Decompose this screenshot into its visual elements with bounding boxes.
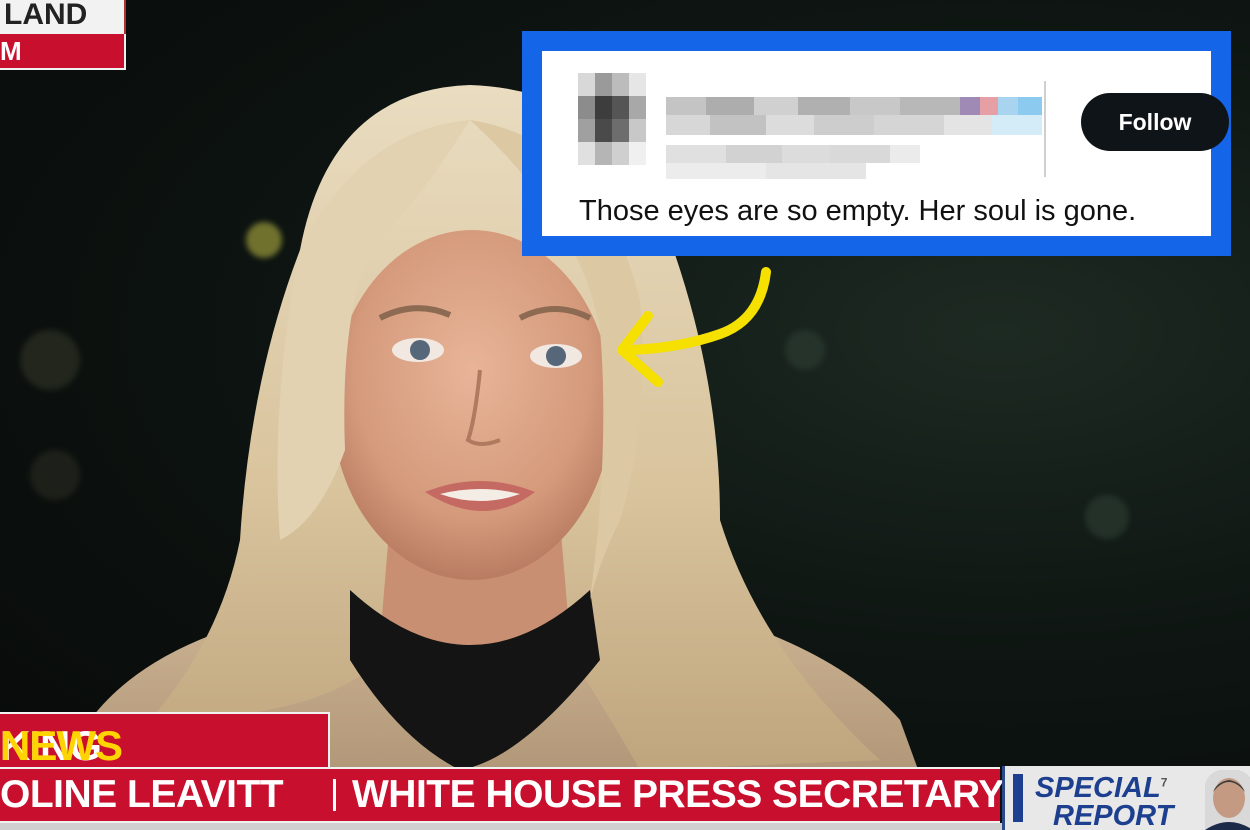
lower-third-name: OLINE LEAVITT xyxy=(0,773,284,816)
show-logo: SPECIAL7 REPORT xyxy=(1002,766,1250,830)
tweet-text: Those eyes are so empty. Her soul is gon… xyxy=(579,195,1137,227)
arrow-annotation-icon xyxy=(617,267,771,387)
tweet-card: Follow Those eyes are so empty. Her soul… xyxy=(542,51,1229,236)
logo-line2: REPORT xyxy=(1053,800,1174,830)
corner-bottom-text: M xyxy=(0,36,22,66)
lower-third-separator xyxy=(333,779,336,811)
video-frame: LAND M Follow Those eyes are so empty. H… xyxy=(0,0,1250,830)
follow-button[interactable]: Follow xyxy=(1081,93,1229,151)
host-thumbnail xyxy=(1205,770,1250,830)
corner-bottom-plate: M xyxy=(0,34,126,70)
tweet-highlight-frame: Follow Those eyes are so empty. Her soul… xyxy=(522,31,1231,256)
special-report-logo: SPECIAL7 REPORT xyxy=(1013,768,1191,830)
logo-superscript: 7 xyxy=(1160,775,1168,790)
corner-top-text: LAND xyxy=(4,0,88,31)
channel-corner-graphic: LAND M xyxy=(0,0,126,74)
lower-third: OLINE LEAVITT WHITE HOUSE PRESS SECRETAR… xyxy=(0,767,1004,825)
corner-top-plate: LAND xyxy=(0,0,126,38)
logo-accent xyxy=(1013,774,1023,822)
lower-third-title: WHITE HOUSE PRESS SECRETARY xyxy=(352,773,1004,816)
avatar xyxy=(578,73,646,165)
divider xyxy=(1044,81,1046,177)
blurred-username xyxy=(666,97,1042,179)
news-word: NEWS xyxy=(0,722,123,769)
breaking-news-bar: KING NEWS xyxy=(0,712,330,774)
